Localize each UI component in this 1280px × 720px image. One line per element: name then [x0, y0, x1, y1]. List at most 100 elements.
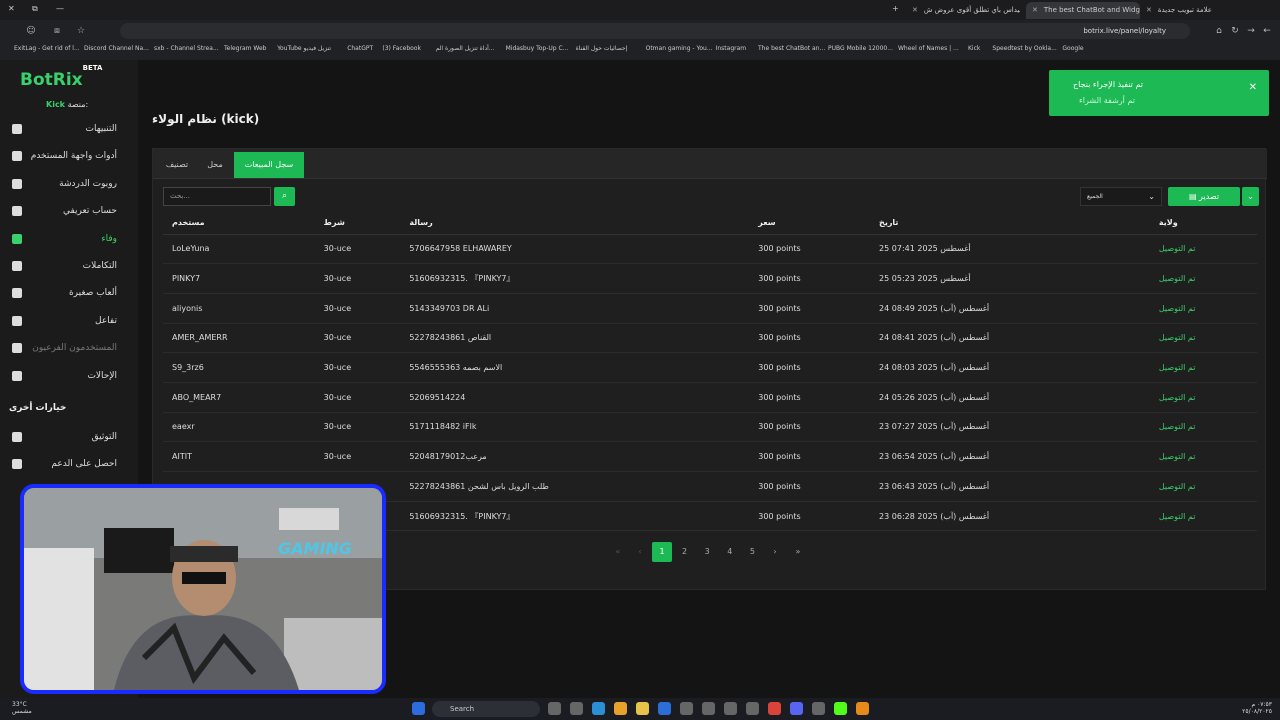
table-cell: 300 points: [749, 471, 871, 502]
export-button[interactable]: ▤ تصدير: [1168, 187, 1240, 206]
bookmark-item[interactable]: Discord Channel Na...: [84, 45, 149, 52]
tab-sales-log[interactable]: سجل المبيعات: [234, 152, 304, 178]
start-icon[interactable]: [412, 702, 425, 715]
bookmark-item[interactable]: Speedtest by Ookla...: [992, 45, 1056, 52]
botrix-logo[interactable]: BotRixBETA: [20, 64, 102, 90]
sidebar-item-9[interactable]: الإحالات: [0, 363, 138, 390]
page-button[interactable]: 2: [675, 542, 695, 562]
taskbar-app-icon[interactable]: [548, 702, 561, 715]
taskbar-app-icon[interactable]: [724, 702, 737, 715]
sidebar-item-5[interactable]: التكاملات: [0, 253, 138, 280]
bookmark-item[interactable]: PUBG Mobile 12000...: [828, 45, 893, 52]
sidebar-item-0[interactable]: التنبيهات: [0, 116, 138, 143]
forward-icon[interactable]: →: [1244, 24, 1258, 38]
sidebar-item-6[interactable]: ألعاب صغيرة: [0, 280, 138, 307]
export-dropdown-button[interactable]: ⌄: [1242, 187, 1259, 206]
table-row[interactable]: AITIT 30-uce 52048179012مرعب 300 points 23 أ…: [163, 441, 1257, 472]
bookmark-item[interactable]: Instagram: [716, 45, 747, 52]
taskbar-app-icon[interactable]: [702, 702, 715, 715]
back-icon[interactable]: ←: [1260, 24, 1274, 38]
prev-page-icon[interactable]: ‹: [630, 542, 650, 562]
table-row[interactable]: ABO_MEAR7 30-uce 52069514224 300 points 24 أ…: [163, 382, 1257, 413]
tab-ranking[interactable]: تصنيف: [161, 152, 193, 178]
reload-icon[interactable]: ↻: [1228, 24, 1242, 38]
bookmark-item[interactable]: Kick: [968, 45, 980, 52]
taskbar-app-icon[interactable]: [746, 702, 759, 715]
sidebar-item-1[interactable]: أدوات واجهة المستخدم: [0, 143, 138, 170]
new-tab-icon[interactable]: +: [892, 4, 899, 13]
table-row[interactable]: aliyonis 30-uce 5143349703 DR ALi 300 point…: [163, 293, 1257, 324]
table-cell: 24 أغسطس (آب) 2025 05:26: [870, 382, 1150, 413]
bookmark-item[interactable]: (3) Facebook: [382, 45, 421, 52]
taskbar-app-icon[interactable]: [658, 702, 671, 715]
profile-icon[interactable]: ☺: [24, 24, 38, 38]
bookmark-item[interactable]: إحصائيات حول القناة: [576, 45, 628, 52]
sidebar-other-item-0[interactable]: التوثيق: [0, 424, 138, 451]
weather-widget[interactable]: 33°C مشمس: [12, 701, 32, 715]
bookmark-item[interactable]: Midasbuy Top-Up C...: [506, 45, 569, 52]
bookmark-item[interactable]: ChatGPT: [347, 45, 373, 52]
sidebar-item-8[interactable]: المستخدمون الفرعيون: [0, 335, 138, 362]
bookmark-item[interactable]: Google: [1062, 45, 1083, 52]
column-header[interactable]: تاريخ: [870, 212, 1150, 235]
browser-tab[interactable]: ✕ميداس باي تطلق أقوى عروض ش...: [906, 2, 1020, 19]
table-row[interactable]: AMER_AMERR 30-uce 52278243861 القناص 300 po…: [163, 323, 1257, 354]
table-row[interactable]: eaexr 30-uce 5171118482 iFlk 300 points 23 أ…: [163, 412, 1257, 443]
table-cell: 5546555363 الاسم بصمه: [400, 352, 750, 383]
bookmark-item[interactable]: Otman gaming - You...: [646, 45, 713, 52]
restore-window-icon[interactable]: ⧉: [32, 4, 38, 14]
page-button[interactable]: 5: [742, 542, 762, 562]
column-header[interactable]: ولاية: [1149, 212, 1257, 235]
kick-icon[interactable]: [834, 702, 847, 715]
search-input[interactable]: بحث...: [163, 187, 271, 206]
sidebar-item-2[interactable]: روبوت الدردشة: [0, 171, 138, 198]
sidebar-other-item-1[interactable]: احصل على الدعم: [0, 451, 138, 478]
url-bar[interactable]: botrix.live/panel/loyalty: [120, 23, 1190, 39]
column-header[interactable]: سعر: [749, 212, 871, 235]
close-icon[interactable]: ✕: [1249, 82, 1257, 93]
bookmark-star-icon[interactable]: ☆: [74, 24, 88, 38]
column-header[interactable]: مستخدم: [163, 212, 315, 235]
folder-icon[interactable]: [636, 702, 649, 715]
bookmark-item[interactable]: sxb - Channel Strea...: [154, 45, 219, 52]
sidebar-item-3[interactable]: حساب تعريفي: [0, 198, 138, 225]
status-filter-select[interactable]: الجميع ⌄: [1080, 187, 1162, 206]
bookmark-item[interactable]: The best ChatBot an...: [758, 45, 825, 52]
bookmark-item[interactable]: أداة تنزيل الصورة الم...: [436, 45, 495, 52]
taskbar-app-icon[interactable]: [856, 702, 869, 715]
minimize-window-icon[interactable]: —: [56, 4, 64, 13]
sidebar-item-4[interactable]: وفاء: [0, 226, 138, 253]
bookmark-item[interactable]: Wheel of Names | ...: [898, 45, 959, 52]
clock[interactable]: ٠٧:٥٣ م ٢٥/٠٨/٢٠٢٥: [1242, 701, 1272, 715]
table-row[interactable]: S9_3rz6 30-uce 5546555363 الاسم بصمه 300 po…: [163, 352, 1257, 383]
bookmark-item[interactable]: Telegram Web: [224, 45, 266, 52]
browser-tab[interactable]: ✕ علامة تبويب جديدة: [1140, 2, 1250, 19]
browser-tab-active[interactable]: ✕ The best ChatBot and Widgets: [1026, 2, 1140, 19]
last-page-icon[interactable]: »: [788, 542, 808, 562]
page-button[interactable]: 1: [652, 542, 672, 562]
sidebar-item-7[interactable]: تفاعل: [0, 308, 138, 335]
home-icon[interactable]: ⌂: [1212, 24, 1226, 38]
tab-shop[interactable]: محل: [199, 152, 231, 178]
chrome-icon[interactable]: [614, 702, 627, 715]
taskbar-app-icon[interactable]: [812, 702, 825, 715]
taskbar-search[interactable]: Search: [432, 701, 540, 717]
taskbar-app-icon[interactable]: [768, 702, 781, 715]
next-page-icon[interactable]: ›: [765, 542, 785, 562]
extensions-icon[interactable]: ⧈: [50, 24, 64, 38]
taskbar-app-icon[interactable]: [570, 702, 583, 715]
page-button[interactable]: 3: [697, 542, 717, 562]
table-row[interactable]: LoLeYuna 30-uce 5706647958 ELHAWAREY 300 po…: [163, 234, 1257, 265]
bookmark-item[interactable]: ExitLag - Get rid of l...: [14, 45, 80, 52]
table-row[interactable]: PINKY7 30-uce 51606932315. 『PINKY7』 300 poi…: [163, 263, 1257, 294]
column-header[interactable]: شرط: [314, 212, 401, 235]
column-header[interactable]: رسالة: [400, 212, 750, 235]
edge-icon[interactable]: [592, 702, 605, 715]
discord-icon[interactable]: [790, 702, 803, 715]
page-button[interactable]: 4: [720, 542, 740, 562]
taskbar-app-icon[interactable]: [680, 702, 693, 715]
close-window-icon[interactable]: ✕: [8, 4, 15, 13]
search-button[interactable]: ⌕: [274, 187, 295, 206]
first-page-icon[interactable]: «: [608, 542, 628, 562]
bookmark-item[interactable]: YouTube تنزيل فيديو: [277, 45, 331, 52]
